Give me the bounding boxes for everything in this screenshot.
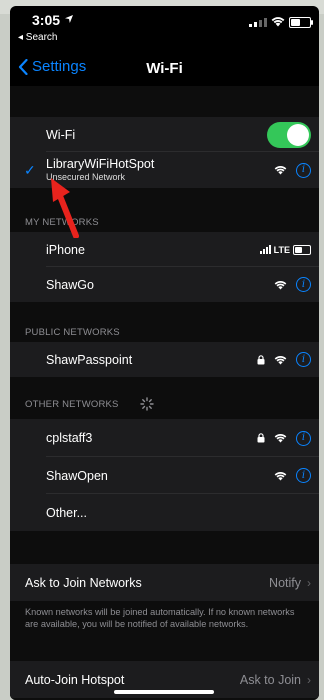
ask-to-join-footnote: Known networks will be joined automatica… <box>25 607 295 629</box>
network-name: ShawPasspoint <box>46 352 133 367</box>
lock-icon <box>257 354 265 364</box>
wifi-signal-icon <box>274 471 287 481</box>
wifi-signal-icon <box>274 355 287 365</box>
network-row-other[interactable]: Other... <box>10 494 319 531</box>
other-network-label: Other... <box>46 505 87 520</box>
my-networks-group: iPhone LTE ShawGo i <box>10 232 319 302</box>
loading-spinner-icon <box>140 397 154 411</box>
battery-icon <box>289 17 313 28</box>
cellular-signal-icon <box>249 18 267 27</box>
info-icon[interactable]: i <box>296 468 311 483</box>
ask-to-join-label: Ask to Join Networks <box>25 575 142 590</box>
network-row-cplstaff3[interactable]: cplstaff3 i <box>10 419 319 457</box>
wifi-signal-icon <box>274 434 287 443</box>
network-name: cplstaff3 <box>46 431 93 445</box>
info-icon[interactable]: i <box>296 430 311 446</box>
wifi-status-icon <box>271 17 285 27</box>
connected-network-name: LibraryWiFiHotSpot <box>46 157 155 171</box>
public-networks-header: PUBLIC NETWORKS <box>25 327 120 338</box>
ask-to-join-value: Notify <box>269 575 301 590</box>
network-name: ShawOpen <box>46 468 108 483</box>
other-networks-header: OTHER NETWORKS <box>25 399 119 410</box>
wifi-signal-icon <box>274 280 287 290</box>
ask-to-join-group: Ask to Join Networks Notify › <box>10 564 319 601</box>
ask-to-join-row[interactable]: Ask to Join Networks Notify › <box>10 564 319 601</box>
wifi-toggle[interactable] <box>267 121 311 148</box>
lock-icon <box>257 433 265 443</box>
public-networks-group: ShawPasspoint i <box>10 342 319 377</box>
auto-join-hotspot-label: Auto-Join Hotspot <box>25 672 125 687</box>
chevron-right-icon: › <box>307 672 311 687</box>
annotation-arrow-icon <box>51 178 79 238</box>
network-row-shawgo[interactable]: ShawGo i <box>10 267 319 302</box>
network-row-shawopen[interactable]: ShawOpen i <box>10 457 319 494</box>
network-row-shawpasspoint[interactable]: ShawPasspoint i <box>10 342 319 377</box>
chevron-right-icon: › <box>307 575 311 590</box>
home-indicator[interactable] <box>114 690 214 694</box>
hotspot-battery-icon <box>293 244 311 255</box>
status-time: 3:05 <box>32 12 61 28</box>
back-to-app-link[interactable]: ◂ Search <box>18 32 57 43</box>
network-name: iPhone <box>46 242 85 257</box>
other-networks-header-wrap: OTHER NETWORKS <box>25 397 154 411</box>
info-icon[interactable]: i <box>296 277 311 292</box>
wifi-toggle-row: Wi-Fi <box>10 117 319 152</box>
wifi-toggle-label: Wi-Fi <box>46 127 76 142</box>
location-arrow-icon <box>65 15 73 23</box>
wifi-signal-icon <box>274 166 287 175</box>
auto-join-hotspot-value: Ask to Join <box>239 672 301 687</box>
lte-label: LTE <box>273 244 290 255</box>
other-networks-group: cplstaff3 i ShawOpen i Other... <box>10 419 319 531</box>
hotspot-signal-icon <box>259 245 271 254</box>
info-icon[interactable]: i <box>296 352 311 367</box>
checkmark-icon: ✓ <box>24 161 36 178</box>
network-name: ShawGo <box>46 277 94 292</box>
info-icon[interactable]: i <box>296 162 311 178</box>
status-bar: 3:05 ◂ Search <box>10 6 319 48</box>
page-title: Wi-Fi <box>146 60 183 77</box>
phone-screen: 3:05 ◂ Search Settings Wi-Fi Wi-Fi ✓ Lib… <box>10 6 319 700</box>
